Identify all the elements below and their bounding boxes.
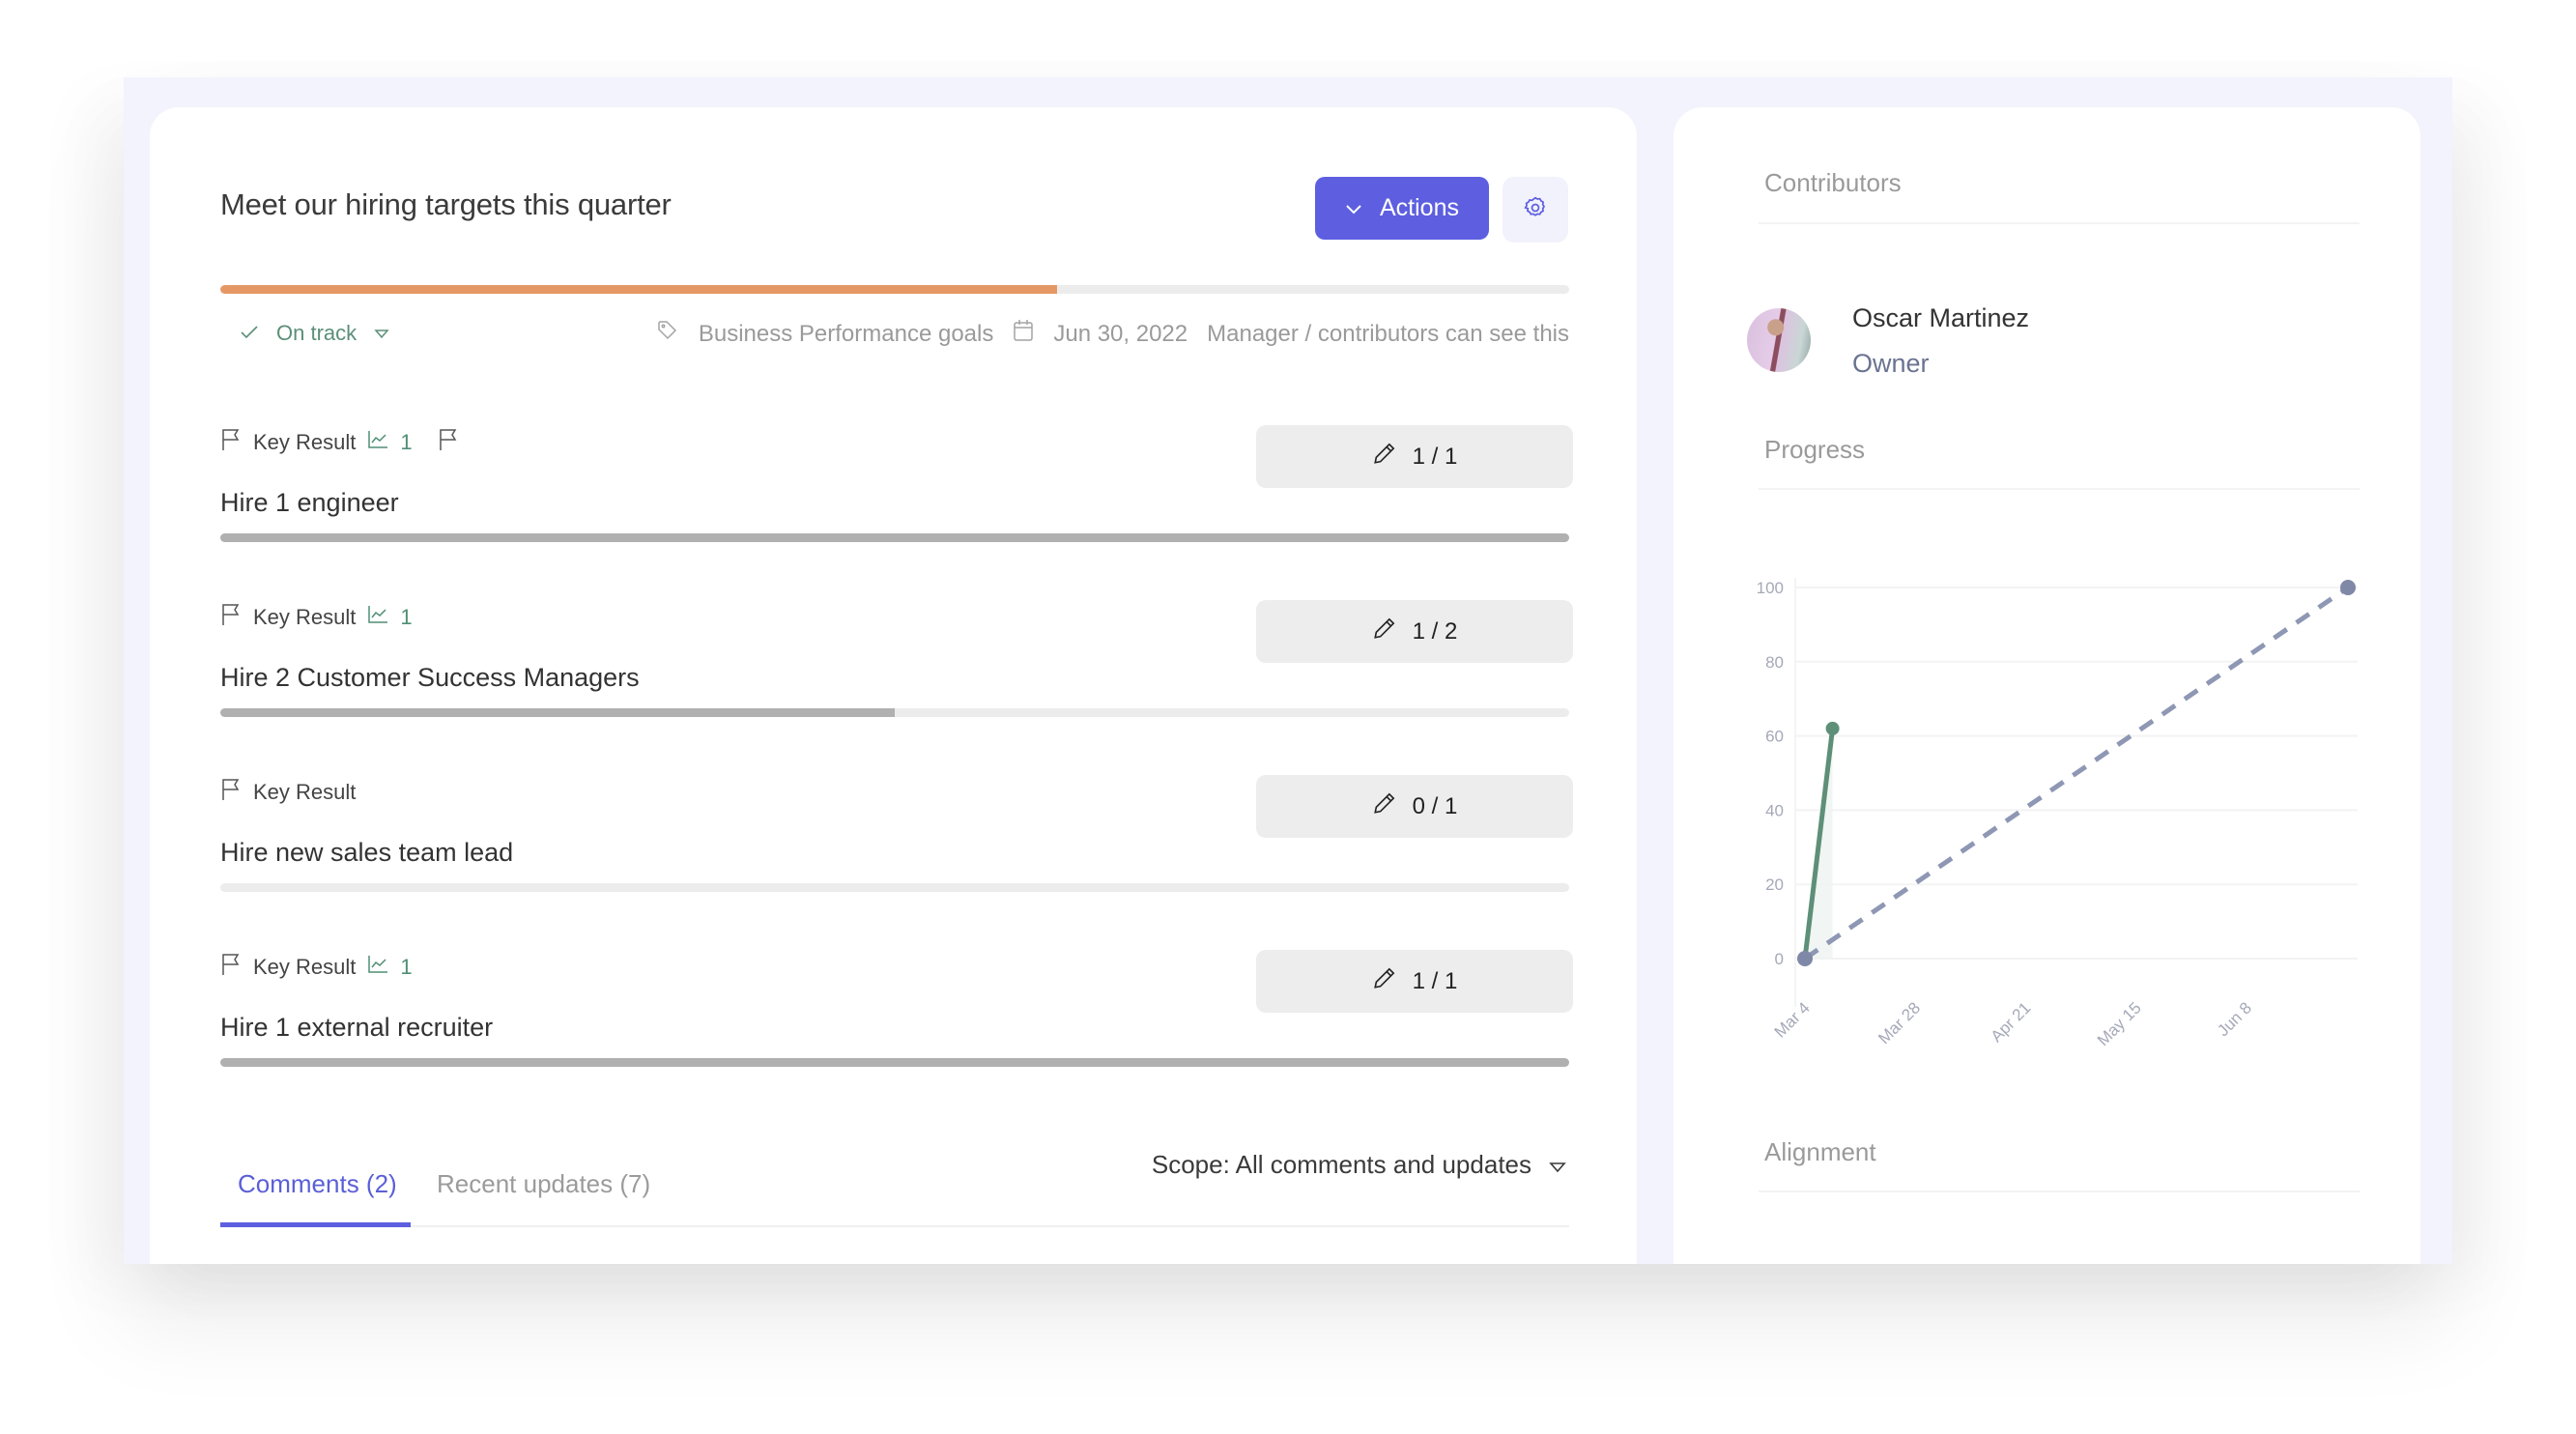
progress-heading: Progress: [1764, 435, 1866, 464]
calendar-icon: [1013, 319, 1034, 349]
key-result-value: 1 / 2: [1412, 617, 1458, 645]
linked-count: 1: [400, 955, 413, 979]
active-tab-indicator: [220, 1222, 411, 1227]
pencil-icon: [1372, 965, 1397, 997]
settings-button[interactable]: [1503, 177, 1568, 243]
caret-down-icon: [374, 321, 389, 346]
y-tick-label: 20: [1765, 875, 1784, 894]
key-result-type: Key Result: [253, 605, 357, 629]
key-result-progress-fill: [220, 1058, 1569, 1067]
contributors-heading: Contributors: [1764, 168, 1902, 197]
key-result-name[interactable]: Hire 1 engineer: [220, 488, 399, 518]
goal-tag[interactable]: Business Performance goals: [699, 321, 993, 348]
y-tick-label: 40: [1765, 801, 1784, 819]
goal-title: Meet our hiring targets this quarter: [220, 187, 672, 221]
linked-count: 1: [400, 605, 413, 629]
target-point: [1797, 951, 1813, 966]
key-result-value-button[interactable]: 0 / 1: [1256, 775, 1573, 838]
key-result-value-button[interactable]: 1 / 1: [1256, 425, 1573, 488]
progress-chart: 0 20 40 60 80 100 Mar 4 Mar 28 Apr 21 May 15 Jun 8: [1757, 578, 2358, 1049]
goal-meta: Business Performance goals Jun 30, 2022 …: [656, 319, 1569, 349]
key-result-value: 1 / 1: [1412, 443, 1458, 470]
y-tick-label: 60: [1765, 728, 1784, 746]
x-tick-label: Apr 21: [1988, 998, 2035, 1046]
actions-button[interactable]: Actions: [1315, 177, 1489, 240]
goal-progress-fill: [220, 285, 1057, 294]
key-result-name[interactable]: Hire 1 external recruiter: [220, 1013, 493, 1043]
scope-dropdown[interactable]: Scope: All comments and updates: [1152, 1150, 1566, 1180]
visibility-label[interactable]: Manager / contributors can see this: [1207, 321, 1569, 348]
key-result-item: Key Result 1 Hire 1 external recruiter 1…: [220, 950, 1573, 1067]
due-date[interactable]: Jun 30, 2022: [1053, 321, 1188, 348]
gear-icon: [1523, 195, 1548, 225]
key-result-name[interactable]: Hire new sales team lead: [220, 838, 513, 868]
key-result-name[interactable]: Hire 2 Customer Success Managers: [220, 663, 640, 693]
flag-icon[interactable]: [438, 428, 459, 457]
x-tick-label: May 15: [2094, 998, 2145, 1049]
tab-recent-updates[interactable]: Recent updates (7): [437, 1169, 650, 1199]
line-chart-icon: [367, 430, 388, 455]
x-tick-label: Mar 28: [1875, 998, 1924, 1047]
actions-label: Actions: [1380, 194, 1459, 221]
key-result-type: Key Result: [253, 430, 357, 454]
divider: [1759, 488, 2360, 490]
line-chart-icon: [367, 955, 388, 980]
contributor-name[interactable]: Oscar Martinez: [1852, 303, 2029, 333]
y-tick-label: 80: [1765, 653, 1784, 672]
pencil-icon: [1372, 790, 1397, 822]
chevron-down-icon: [1345, 194, 1362, 222]
y-tick-label: 100: [1757, 579, 1784, 597]
flag-icon: [220, 953, 242, 982]
key-result-type: Key Result: [253, 955, 357, 979]
status-label: On track: [276, 321, 358, 345]
pencil-icon: [1372, 441, 1397, 473]
target-point: [2340, 580, 2356, 595]
check-icon: [240, 321, 259, 346]
caret-down-icon: [1549, 1150, 1566, 1180]
divider: [1759, 1190, 2360, 1192]
key-result-value: 1 / 1: [1412, 967, 1458, 994]
actual-point: [1825, 721, 1840, 735]
key-result-item: Key Result 1 Hire 1 engineer 1 / 1: [220, 425, 1573, 542]
divider: [1759, 222, 2360, 224]
linked-updates[interactable]: 1: [367, 955, 413, 980]
linked-updates[interactable]: 1: [367, 605, 413, 630]
line-chart-icon: [367, 605, 388, 630]
y-tick-label: 0: [1775, 950, 1784, 968]
status-dropdown[interactable]: On track: [240, 321, 389, 346]
key-result-progress-fill: [220, 533, 1569, 542]
tag-icon: [656, 319, 679, 349]
avatar[interactable]: [1747, 308, 1811, 372]
target-line: [1803, 585, 2350, 961]
key-result-progress-bar: [220, 1058, 1569, 1067]
key-result-progress-bar: [220, 883, 1569, 892]
goal-progress-bar: [220, 285, 1569, 294]
key-result-value: 0 / 1: [1412, 792, 1458, 819]
flag-icon: [220, 428, 242, 457]
contributor-role: Owner: [1852, 349, 1930, 378]
x-tick-label: Jun 8: [2214, 998, 2255, 1040]
linked-updates[interactable]: 1: [367, 430, 413, 455]
key-result-type: Key Result: [253, 780, 357, 804]
flag-icon: [220, 778, 242, 807]
tab-comments[interactable]: Comments (2): [238, 1169, 397, 1199]
key-result-progress-bar: [220, 533, 1569, 542]
flag-icon: [220, 603, 242, 632]
key-result-item: Key Result Hire new sales team lead 0 / …: [220, 775, 1573, 892]
scope-label: Scope: All comments and updates: [1151, 1150, 1531, 1179]
key-result-progress-bar: [220, 708, 1569, 717]
key-result-value-button[interactable]: 1 / 1: [1256, 950, 1573, 1013]
alignment-heading: Alignment: [1764, 1137, 1876, 1166]
pencil-icon: [1372, 616, 1397, 647]
linked-count: 1: [400, 430, 413, 454]
x-tick-label: Mar 4: [1771, 998, 1814, 1041]
key-result-progress-fill: [220, 708, 895, 717]
key-result-item: Key Result 1 Hire 2 Customer Success Man…: [220, 600, 1573, 717]
key-result-value-button[interactable]: 1 / 2: [1256, 600, 1573, 663]
